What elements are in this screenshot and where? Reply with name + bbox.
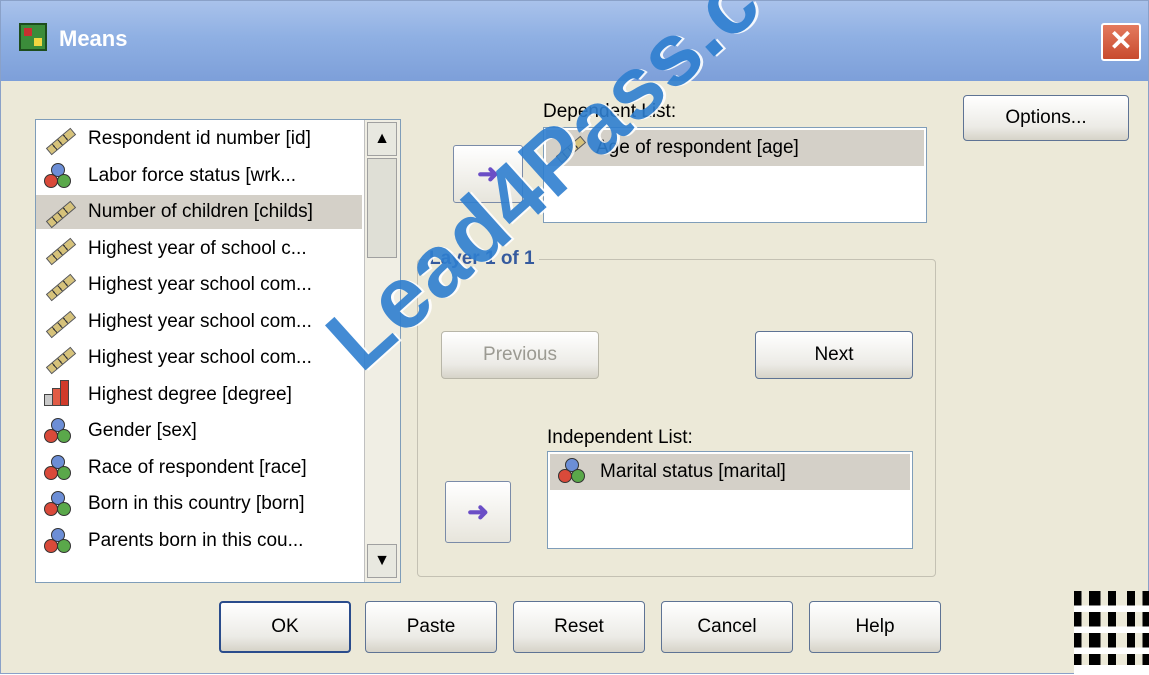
- nominal-icon: [44, 454, 72, 481]
- variable-label: Labor force status [wrk...: [88, 164, 297, 186]
- scroll-up-arrow-icon[interactable]: ▲: [367, 122, 397, 156]
- variable-label: Highest year school com...: [88, 274, 312, 295]
- variable-list-item[interactable]: Born in this country [born]: [36, 487, 362, 521]
- nominal-icon: [44, 418, 72, 444]
- variable-list-item[interactable]: Highest year school com...: [36, 268, 362, 302]
- independent-list-label: Independent List:: [547, 427, 693, 448]
- nominal-icon: [44, 527, 72, 554]
- variable-label: Born in this country [born]: [88, 493, 305, 514]
- move-to-independent-button[interactable]: ➜: [445, 481, 511, 543]
- ok-button[interactable]: OK: [219, 601, 351, 653]
- title-bar[interactable]: Means ✕: [1, 1, 1148, 81]
- spss-app-icon: [19, 23, 47, 51]
- variable-list-item[interactable]: Highest year of school c...: [36, 232, 362, 266]
- variable-label: Highest year of school c...: [88, 237, 307, 259]
- independent-list-item[interactable]: Marital status [marital]: [550, 454, 910, 490]
- next-button[interactable]: Next: [755, 331, 913, 379]
- variable-list-item[interactable]: Parents born in this cou...: [36, 524, 362, 558]
- variable-label: Gender [sex]: [88, 420, 197, 441]
- nominal-icon: [44, 491, 72, 517]
- qr-code-image: [1074, 591, 1149, 675]
- variable-list-item[interactable]: Gender [sex]: [36, 414, 362, 448]
- ruler-icon: [44, 272, 72, 298]
- options-button[interactable]: Options...: [963, 95, 1129, 141]
- variable-list-item[interactable]: Number of children [childs]: [36, 195, 362, 229]
- ruler-icon: [44, 126, 72, 152]
- paste-button[interactable]: Paste: [365, 601, 497, 653]
- variable-label: Parents born in this cou...: [88, 529, 304, 551]
- ruler-icon: [44, 345, 72, 371]
- right-arrow-icon: ➜: [467, 496, 489, 527]
- variable-label: Highest degree [degree]: [88, 383, 292, 405]
- scroll-down-arrow-icon[interactable]: ▼: [367, 544, 397, 578]
- variable-list-item[interactable]: Highest degree [degree]: [36, 378, 362, 412]
- ordinal-icon: [44, 379, 72, 408]
- variable-list-item[interactable]: Race of respondent [race]: [36, 451, 362, 485]
- help-button[interactable]: Help: [809, 601, 941, 653]
- ruler-icon: [44, 199, 72, 225]
- nominal-icon: [558, 458, 586, 484]
- variable-label: Highest year school com...: [88, 310, 312, 332]
- ruler-icon: [44, 236, 72, 262]
- variable-label: Highest year school com...: [88, 347, 312, 368]
- independent-item-label: Marital status [marital]: [600, 461, 786, 482]
- ruler-icon: [44, 309, 72, 335]
- nominal-icon: [44, 162, 72, 189]
- independent-list-box[interactable]: Marital status [marital]: [547, 451, 913, 549]
- variable-list-item[interactable]: Respondent id number [id]: [36, 122, 362, 156]
- variable-label: Race of respondent [race]: [88, 456, 307, 478]
- variable-label: Respondent id number [id]: [88, 128, 311, 149]
- reset-button[interactable]: Reset: [513, 601, 645, 653]
- variable-list-item[interactable]: Highest year school com...: [36, 341, 362, 375]
- cancel-button[interactable]: Cancel: [661, 601, 793, 653]
- close-button[interactable]: ✕: [1101, 23, 1141, 61]
- variable-label: Number of children [childs]: [88, 201, 313, 222]
- means-dialog: Means ✕ Respondent id number [id] Labor f…: [0, 0, 1149, 675]
- variable-list-item[interactable]: Labor force status [wrk...: [36, 159, 362, 193]
- window-title: Means: [59, 26, 128, 51]
- previous-button[interactable]: Previous: [441, 331, 599, 379]
